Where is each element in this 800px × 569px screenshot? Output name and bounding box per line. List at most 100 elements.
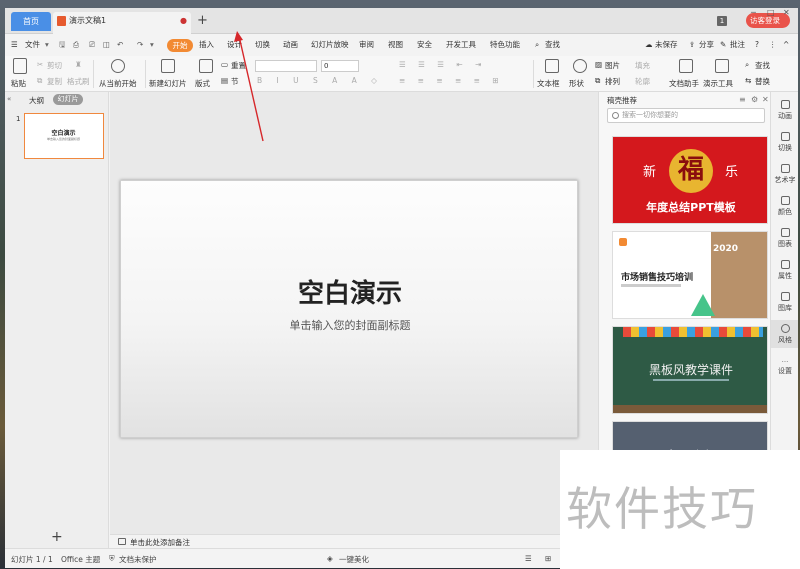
sidebar-animation[interactable]: 动画 (771, 100, 798, 121)
reset-icon[interactable]: ▭ (221, 60, 228, 69)
slide-sorter-icon[interactable]: ⊞ (545, 554, 551, 563)
menu-special[interactable]: 特色功能 (490, 38, 520, 52)
save-icon[interactable]: 🖫 (59, 38, 65, 52)
dropdown-icon[interactable]: ▾ (45, 38, 49, 52)
cut-button[interactable]: 剪切 (47, 60, 62, 71)
paste-icon[interactable] (13, 58, 27, 74)
menu-developer[interactable]: 开发工具 (446, 38, 476, 52)
font-style-buttons[interactable]: B I U S A A ◇ (257, 76, 383, 85)
annotate-button[interactable]: 批注 (730, 38, 745, 52)
picture-icon[interactable]: ▨ (595, 60, 602, 69)
notes-placeholder[interactable]: 单击此处添加备注 (130, 537, 190, 548)
close-tab-icon[interactable]: ● (180, 12, 187, 30)
menu-start[interactable]: 开始 (167, 39, 193, 52)
layout-icon[interactable] (199, 59, 213, 73)
undo-icon[interactable]: ↶ (117, 38, 123, 52)
beautify-button[interactable]: 一键美化 (339, 554, 369, 565)
slides-tab[interactable]: 幻灯片 (53, 94, 83, 105)
minimize-icon[interactable]: ─ (751, 8, 756, 17)
new-slide-button[interactable]: 新建幻灯片 (149, 78, 187, 89)
copy-button[interactable]: 复制 (47, 76, 62, 87)
pane-settings-icon[interactable]: ⚙ (751, 95, 758, 104)
fill-button[interactable]: 填充 (635, 60, 650, 71)
replace-button[interactable]: 替换 (755, 76, 770, 87)
sidebar-settings[interactable]: ··· 设置 (771, 358, 798, 376)
tab-document[interactable]: 演示文稿1 ● (53, 12, 191, 34)
redo-icon[interactable]: ↷ (137, 38, 143, 52)
sidebar-chart[interactable]: 图表 (771, 228, 798, 249)
maximize-icon[interactable]: □ (767, 8, 775, 17)
help-icon[interactable]: ? (755, 38, 759, 52)
align-buttons[interactable]: ≡ ≡ ≡ ≡ ≡ ⊞ (399, 76, 504, 85)
more-icon[interactable]: ⋮ (769, 38, 777, 52)
share-button[interactable]: 分享 (699, 38, 714, 52)
quick-access-dropdown-icon[interactable]: ▾ (150, 38, 154, 52)
add-slide-button[interactable]: + (51, 530, 63, 544)
export-icon[interactable]: ⎙ (73, 38, 79, 52)
menu-slideshow[interactable]: 幻灯片放映 (311, 38, 349, 52)
pane-close-icon[interactable]: ✕ (762, 95, 769, 104)
normal-view-icon[interactable]: ☰ (525, 554, 532, 563)
search-icon[interactable]: ⌕ (535, 38, 539, 52)
menu-insert[interactable]: 插入 (199, 38, 214, 52)
unsaved-status[interactable]: 未保存 (655, 38, 678, 52)
present-tools-button[interactable]: 演示工具 (703, 78, 733, 89)
template-search-input[interactable]: 搜索一切你想要的 (607, 108, 765, 123)
template-card[interactable]: 福 新 乐 年度总结PPT模板 (612, 136, 768, 224)
doc-helper-button[interactable]: 文档助手 (669, 78, 699, 89)
sidebar-style[interactable]: 风格 (771, 320, 798, 348)
new-slide-icon[interactable] (161, 59, 175, 73)
copy-icon[interactable]: ⧉ (37, 76, 42, 86)
layout-button[interactable]: 版式 (195, 78, 210, 89)
menu-search[interactable]: 查找 (545, 38, 560, 52)
outline-button[interactable]: 轮廓 (635, 76, 650, 87)
doc-helper-icon[interactable] (679, 59, 693, 73)
preview-icon[interactable]: ◫ (103, 38, 110, 52)
new-tab-button[interactable]: + (197, 14, 208, 28)
slide-title[interactable]: 空白演示 (121, 273, 579, 310)
text-box-button[interactable]: 文本框 (537, 78, 560, 89)
slide[interactable]: 空白演示 单击输入您的封面副标题 (120, 180, 578, 438)
pane-menu-icon[interactable]: ≡ (739, 95, 746, 104)
menu-animation[interactable]: 动画 (283, 38, 298, 52)
arrange-icon[interactable]: ⧉ (595, 76, 600, 86)
from-current-button[interactable]: 从当前开始 (99, 78, 137, 89)
sidebar-wordart[interactable]: 艺术字 (771, 164, 798, 185)
menu-view[interactable]: 视图 (388, 38, 403, 52)
template-pane-title[interactable]: 稿壳推荐 (607, 95, 637, 106)
format-painter-icon[interactable]: ♜ (75, 60, 82, 69)
replace-icon[interactable]: ⇆ (745, 76, 751, 85)
shape-button[interactable]: 形状 (569, 78, 584, 89)
tab-home[interactable]: 首页 (11, 12, 51, 31)
text-box-icon[interactable] (545, 59, 559, 73)
protect-status[interactable]: 文档未保护 (119, 554, 157, 565)
cut-icon[interactable]: ✂ (37, 60, 43, 69)
menu-review[interactable]: 审阅 (359, 38, 374, 52)
collapse-ribbon-icon[interactable]: ^ (783, 38, 789, 52)
sidebar-transition[interactable]: 切换 (771, 132, 798, 153)
format-painter-button[interactable]: 格式刷 (67, 76, 90, 87)
window-count-badge[interactable]: 1 (717, 16, 727, 26)
play-icon[interactable] (111, 59, 125, 73)
slide-subtitle[interactable]: 单击输入您的封面副标题 (121, 317, 579, 333)
notes-bar[interactable]: 单击此处添加备注 (110, 534, 598, 548)
shape-icon[interactable] (573, 59, 587, 73)
section-icon[interactable]: ▤ (221, 76, 228, 85)
theme-name[interactable]: Office 主题 (61, 554, 100, 565)
slide-thumbnail[interactable]: 空白演示 单击输入您的封面副标题 (24, 113, 104, 159)
menu-icon[interactable]: ☰ (11, 38, 18, 52)
arrange-button[interactable]: 排列 (605, 76, 620, 87)
find-icon[interactable]: ⌕ (745, 60, 749, 70)
sidebar-color[interactable]: 颜色 (771, 196, 798, 217)
template-card[interactable]: 黑板风教学课件 (612, 326, 768, 414)
font-size-select[interactable]: 0 (321, 60, 359, 72)
close-window-icon[interactable]: ✕ (783, 8, 790, 17)
sidebar-properties[interactable]: 属性 (771, 260, 798, 281)
outline-tab[interactable]: 大纲 (29, 95, 44, 106)
list-buttons[interactable]: ☰ ☰ ☰ ⇤ ⇥ (399, 60, 486, 69)
menu-security[interactable]: 安全 (417, 38, 432, 52)
menu-file[interactable]: 文件 (25, 38, 40, 52)
paste-button[interactable]: 粘贴 (11, 78, 26, 89)
find-button[interactable]: 查找 (755, 60, 770, 71)
print-icon[interactable]: ⎚ (89, 38, 95, 52)
